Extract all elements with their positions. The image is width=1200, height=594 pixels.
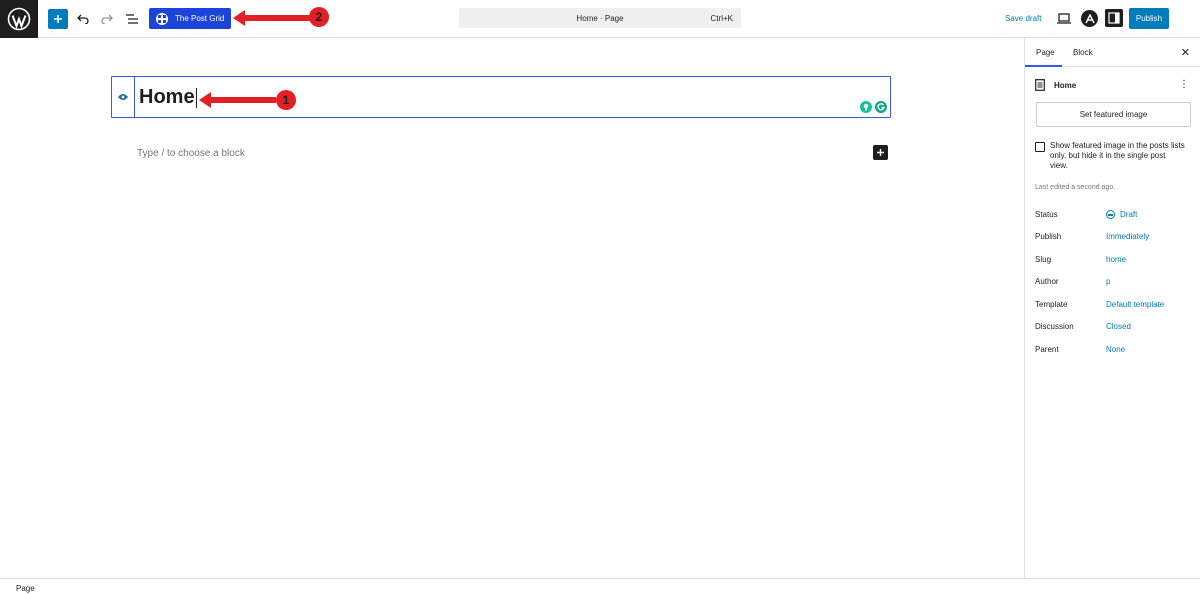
title-extension-icons <box>860 101 887 113</box>
annotation-arrow-2: 2 <box>233 7 329 27</box>
post-title[interactable]: Home <box>139 86 197 109</box>
command-shortcut: Ctrl+K <box>710 13 733 23</box>
slug-value[interactable]: home <box>1106 255 1126 264</box>
discussion-value[interactable]: Closed <box>1106 322 1131 331</box>
annotation-number-2: 2 <box>316 10 323 24</box>
property-label: Discussion <box>1035 322 1074 331</box>
editor-canvas: Home 1 Type / to choose a block <box>0 38 1024 578</box>
redo-icon[interactable] <box>100 10 114 28</box>
document-summary: Home ⋮ <box>1035 78 1191 92</box>
annotation-number-1: 1 <box>283 93 290 107</box>
post-grid-label: The Post Grid <box>175 14 225 23</box>
wordpress-logo-icon[interactable] <box>0 0 38 38</box>
document-title: Home · Page <box>576 13 624 23</box>
tab-block[interactable]: Block <box>1073 48 1093 57</box>
page-icon <box>1035 79 1045 91</box>
last-edited-text: Last edited a second ago. <box>1035 184 1116 191</box>
publish-value[interactable]: Immediately <box>1106 232 1149 241</box>
property-label: Parent <box>1035 345 1059 354</box>
grammarly-icon[interactable] <box>875 101 887 113</box>
post-title-text: Home <box>139 86 195 108</box>
status-value[interactable]: Draft <box>1106 210 1137 219</box>
property-label: Author <box>1035 277 1059 286</box>
status-value-text: Draft <box>1120 210 1138 219</box>
template-value[interactable]: Default template <box>1106 300 1164 309</box>
block-inserter-button[interactable] <box>48 9 68 29</box>
property-template: Template Default template <box>1035 300 1191 312</box>
property-discussion: Discussion Closed <box>1035 322 1191 334</box>
property-label: Slug <box>1035 255 1052 264</box>
draft-status-icon <box>1106 210 1115 219</box>
property-publish: Publish Immediately <box>1035 232 1191 244</box>
property-label: Status <box>1035 210 1058 219</box>
property-slug: Slug home <box>1035 255 1191 267</box>
post-grid-icon <box>156 12 168 25</box>
close-icon[interactable]: ✕ <box>1181 46 1190 59</box>
checkbox-label: Show featured image in the posts lists o… <box>1050 141 1185 170</box>
annotation-arrow-1: 1 <box>199 90 296 110</box>
publish-button[interactable]: Publish <box>1129 8 1169 29</box>
eye-icon[interactable] <box>112 77 135 117</box>
editor-footer: Page <box>0 578 1200 594</box>
settings-sidebar: Page Block ✕ Home ⋮ Set featured image S… <box>1024 38 1200 578</box>
featured-image-checkbox[interactable] <box>1035 142 1045 152</box>
settings-sidebar-icon[interactable] <box>1105 9 1123 27</box>
the-post-grid-button[interactable]: The Post Grid <box>149 8 231 29</box>
parent-value[interactable]: None <box>1106 345 1125 354</box>
active-tab-indicator <box>1025 65 1062 67</box>
sidebar-tabs: Page Block ✕ <box>1025 38 1200 67</box>
property-parent: Parent None <box>1035 345 1191 357</box>
list-view-icon[interactable] <box>124 10 140 28</box>
property-label: Template <box>1035 300 1068 309</box>
property-author: Author p <box>1035 277 1191 289</box>
set-featured-image-button[interactable]: Set featured image <box>1036 102 1191 127</box>
author-value[interactable]: p <box>1106 277 1110 286</box>
command-palette-bar[interactable]: Home · Page Ctrl+K <box>459 8 741 28</box>
astra-icon[interactable] <box>1081 10 1098 27</box>
inline-inserter-button[interactable] <box>873 145 888 160</box>
lightbulb-icon[interactable] <box>860 101 872 113</box>
featured-image-checkbox-row: Show featured image in the posts lists o… <box>1035 141 1185 171</box>
tab-page[interactable]: Page <box>1036 48 1055 57</box>
editor-header: The Post Grid Home · Page Ctrl+K Save dr… <box>0 0 1200 38</box>
preview-icon[interactable] <box>1056 11 1072 25</box>
breadcrumb[interactable]: Page <box>16 584 35 593</box>
undo-icon[interactable] <box>76 10 90 28</box>
sidebar-doc-title: Home <box>1054 80 1077 90</box>
block-placeholder[interactable]: Type / to choose a block <box>137 148 245 159</box>
property-status: Status Draft <box>1035 210 1191 222</box>
save-draft-button[interactable]: Save draft <box>1005 14 1041 23</box>
property-label: Publish <box>1035 232 1062 241</box>
more-options-icon[interactable]: ⋮ <box>1179 78 1189 92</box>
